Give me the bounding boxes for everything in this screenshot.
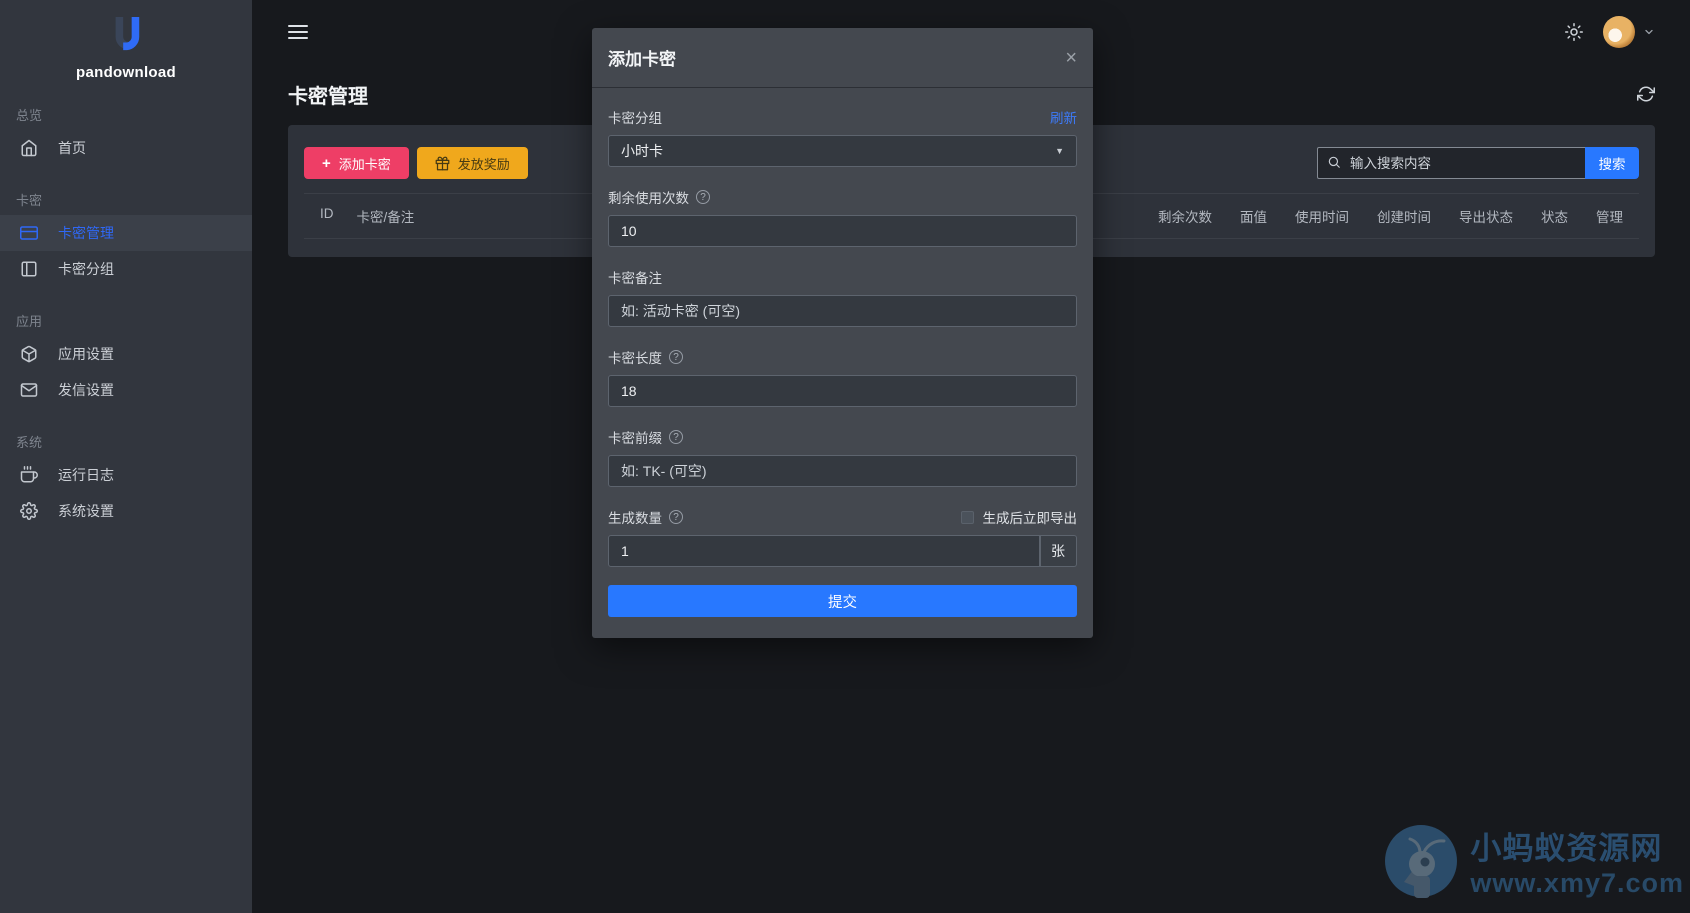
sidebar-item-cardkey-groups[interactable]: 卡密分组 [0, 251, 252, 287]
user-menu[interactable] [1603, 16, 1655, 48]
group-field: 卡密分组 刷新 小时卡 ▼ [608, 107, 1077, 167]
give-reward-button[interactable]: 发放奖励 [417, 147, 528, 179]
search-input[interactable] [1317, 147, 1585, 179]
close-icon[interactable]: × [1065, 48, 1077, 68]
sidebar-item-run-logs[interactable]: 运行日志 [0, 457, 252, 493]
nav-section-app: 应用 [0, 311, 252, 330]
export-checkbox-group: 生成后立即导出 [961, 507, 1078, 527]
modal-title: 添加卡密 [608, 45, 676, 70]
uses-label: 剩余使用次数 [608, 187, 689, 207]
theme-toggle-button[interactable] [1565, 23, 1583, 41]
sidebar-item-label: 应用设置 [58, 344, 114, 364]
group-select-value: 小时卡 [621, 141, 663, 161]
col-header-remaining: 剩余次数 [1158, 206, 1212, 226]
home-icon [20, 139, 38, 157]
brand: pandownload [0, 0, 252, 81]
help-icon: ? [669, 510, 683, 524]
sidebar: pandownload 总览 首页 卡密 卡密管理 卡密分组 应用 应用设置 发… [0, 0, 252, 913]
group-label: 卡密分组 [608, 107, 662, 127]
sun-icon [1565, 23, 1583, 41]
refresh-groups-link[interactable]: 刷新 [1050, 107, 1077, 127]
add-cardkey-modal: 添加卡密 × 卡密分组 刷新 小时卡 ▼ 剩余使用次数 ? [592, 28, 1093, 638]
search-group: 搜索 [1317, 147, 1639, 179]
search-button[interactable]: 搜索 [1585, 147, 1639, 179]
col-header-manage: 管理 [1596, 206, 1623, 226]
give-reward-label: 发放奖励 [458, 154, 510, 173]
refresh-icon [1637, 85, 1655, 103]
sidebar-item-system-settings[interactable]: 系统设置 [0, 493, 252, 529]
package-icon [20, 345, 38, 363]
brand-logo-icon [109, 14, 143, 56]
sidebar-item-home[interactable]: 首页 [0, 130, 252, 166]
chevron-down-icon [1643, 26, 1655, 38]
quantity-unit: 张 [1040, 535, 1077, 567]
menu-toggle-icon[interactable] [288, 21, 308, 43]
col-header-created-time: 创建时间 [1377, 206, 1431, 226]
export-checkbox-label: 生成后立即导出 [983, 507, 1078, 527]
select-caret-icon: ▼ [1055, 146, 1064, 156]
help-icon: ? [696, 190, 710, 204]
prefix-input[interactable] [608, 455, 1077, 487]
sidebar-item-label: 系统设置 [58, 501, 114, 521]
export-checkbox[interactable] [961, 511, 974, 524]
add-cardkey-label: 添加卡密 [339, 154, 391, 173]
submit-button[interactable]: 提交 [608, 585, 1077, 617]
brand-name: pandownload [0, 64, 252, 81]
uses-input[interactable] [608, 215, 1077, 247]
col-header-key-remark: 卡密/备注 [357, 206, 415, 226]
nav-section-system: 系统 [0, 432, 252, 451]
add-cardkey-button[interactable]: + 添加卡密 [304, 147, 409, 179]
col-header-used-time: 使用时间 [1295, 206, 1349, 226]
quantity-label: 生成数量 [608, 507, 662, 527]
prefix-field: 卡密前缀 ? [608, 427, 1077, 487]
length-input[interactable] [608, 375, 1077, 407]
help-icon: ? [669, 350, 683, 364]
length-label: 卡密长度 [608, 347, 662, 367]
sidebar-item-label: 卡密管理 [58, 223, 114, 243]
sidebar-item-label: 运行日志 [58, 465, 114, 485]
col-header-id: ID [320, 206, 334, 226]
quantity-field: 生成数量 ? 生成后立即导出 张 [608, 507, 1077, 567]
user-avatar [1603, 16, 1635, 48]
modal-body: 卡密分组 刷新 小时卡 ▼ 剩余使用次数 ? 卡密备注 [592, 88, 1093, 638]
nav-section-cardkey: 卡密 [0, 190, 252, 209]
sidebar-item-label: 卡密分组 [58, 259, 114, 279]
col-header-face-value: 面值 [1240, 206, 1267, 226]
col-header-export-status: 导出状态 [1459, 206, 1513, 226]
gift-icon [435, 156, 450, 171]
length-field: 卡密长度 ? [608, 347, 1077, 407]
group-select[interactable]: 小时卡 ▼ [608, 135, 1077, 167]
sidebar-item-mail-settings[interactable]: 发信设置 [0, 372, 252, 408]
remark-field: 卡密备注 [608, 267, 1077, 327]
prefix-label: 卡密前缀 [608, 427, 662, 447]
remark-input[interactable] [608, 295, 1077, 327]
refresh-button[interactable] [1637, 85, 1655, 103]
search-icon [1327, 155, 1341, 169]
sidebar-item-cardkey-manage[interactable]: 卡密管理 [0, 215, 252, 251]
quantity-input[interactable] [608, 535, 1040, 567]
page-title: 卡密管理 [288, 80, 368, 109]
gear-icon [20, 502, 38, 520]
sidebar-item-app-settings[interactable]: 应用设置 [0, 336, 252, 372]
sidebar-item-label: 首页 [58, 138, 86, 158]
col-header-status: 状态 [1541, 206, 1568, 226]
modal-header: 添加卡密 × [592, 28, 1093, 88]
plus-icon: + [322, 156, 331, 171]
remark-label: 卡密备注 [608, 267, 662, 287]
help-icon: ? [669, 430, 683, 444]
sidebar-nav: 总览 首页 卡密 卡密管理 卡密分组 应用 应用设置 发信设置 系统 运行日志 [0, 105, 252, 529]
sidebar-item-label: 发信设置 [58, 380, 114, 400]
nav-section-overview: 总览 [0, 105, 252, 124]
coffee-icon [20, 466, 38, 484]
credit-card-icon [20, 224, 38, 242]
mail-icon [20, 381, 38, 399]
uses-field: 剩余使用次数 ? [608, 187, 1077, 247]
columns-icon [20, 260, 38, 278]
